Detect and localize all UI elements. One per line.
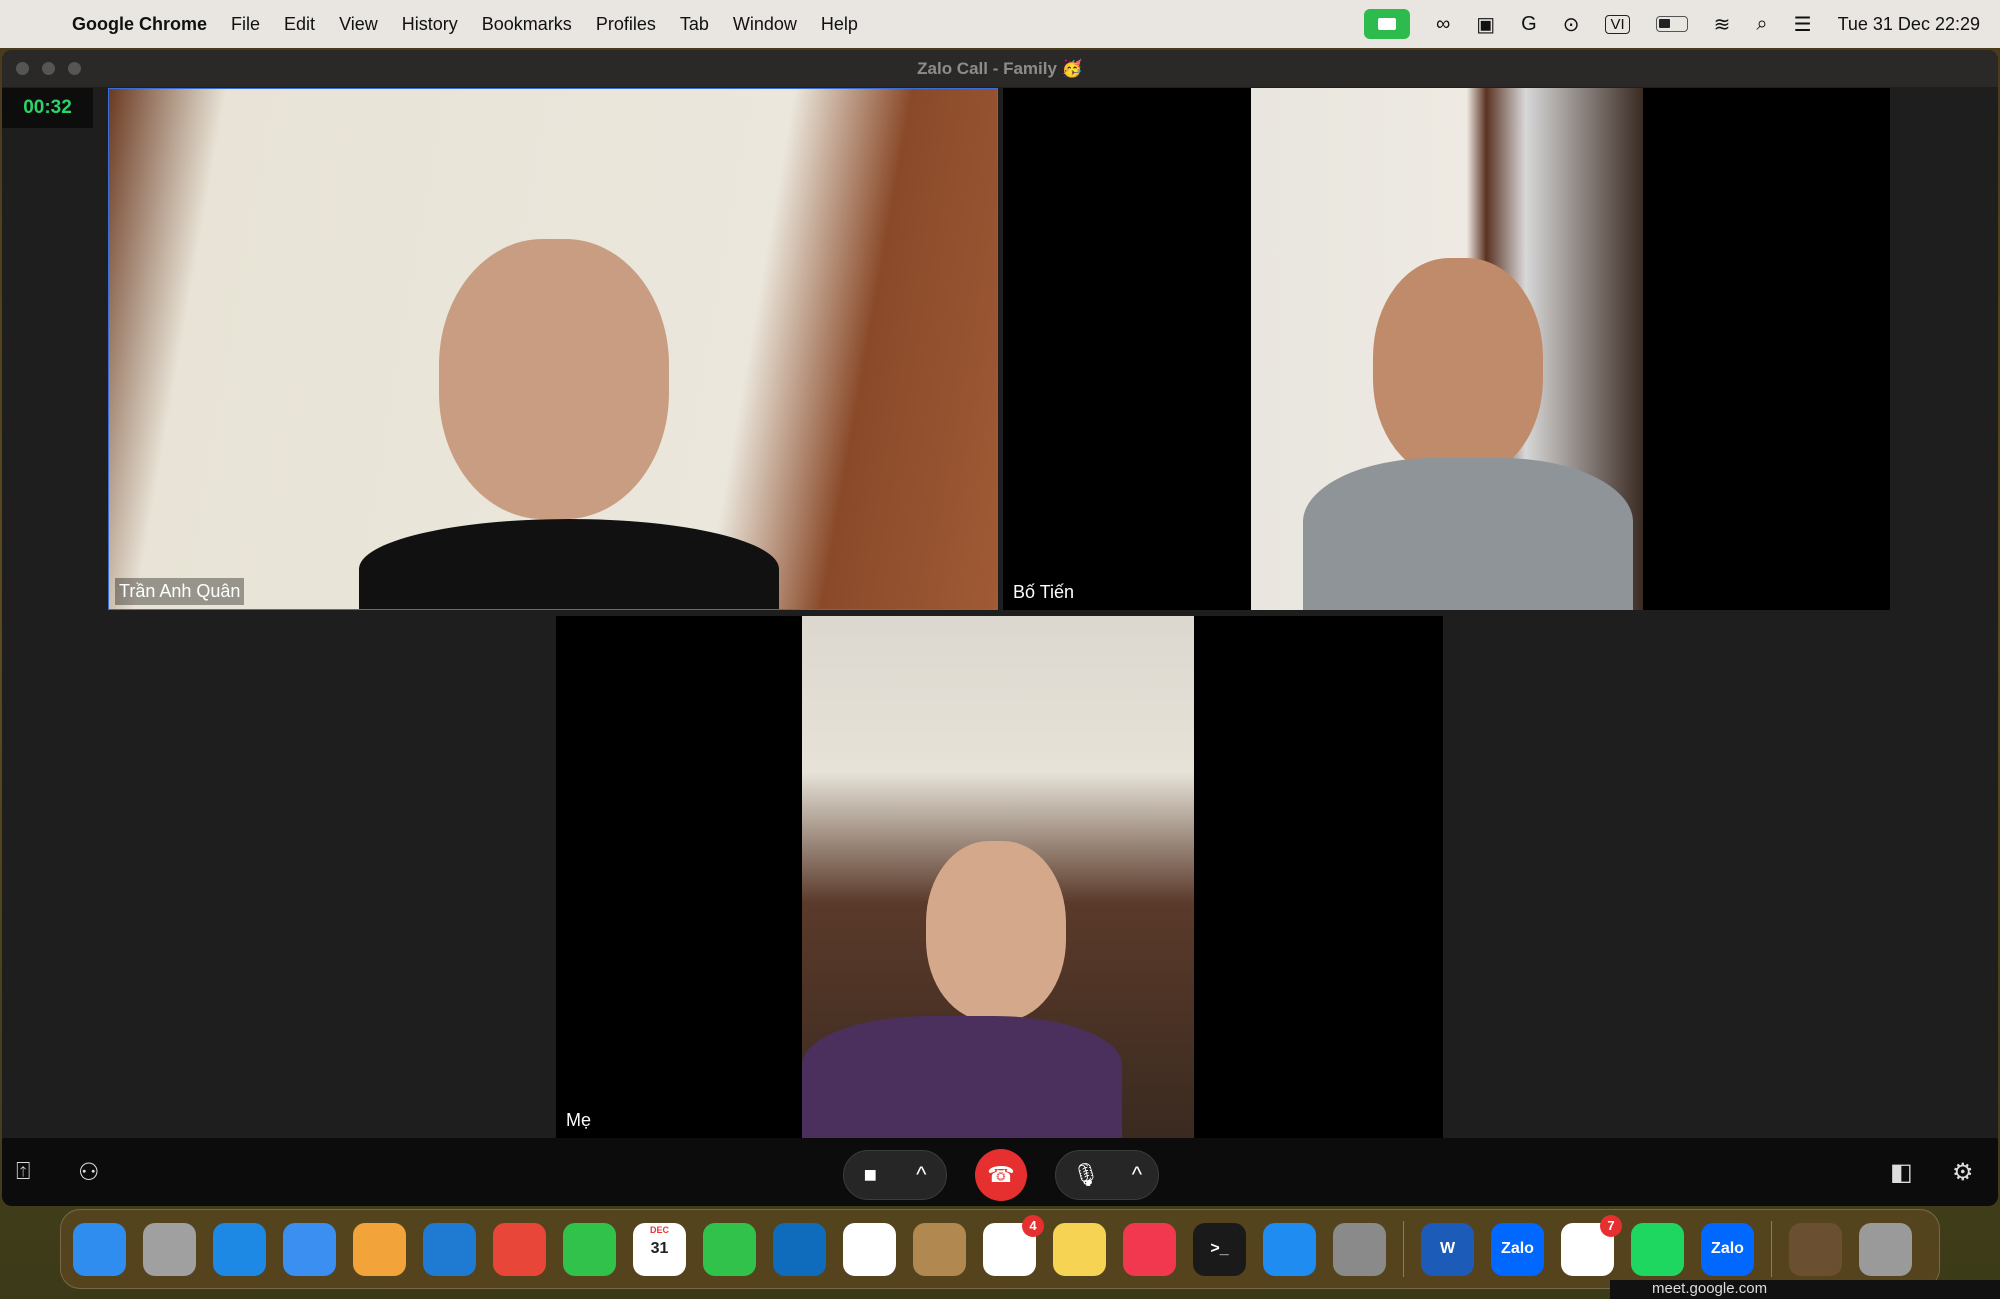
facetime-status-icon[interactable]: [1363, 9, 1410, 39]
menu-tab[interactable]: Tab: [680, 14, 709, 35]
mic-options-chevron-up-icon[interactable]: ^: [1132, 1162, 1142, 1188]
menu-history[interactable]: History: [402, 14, 458, 35]
call-toolbar: ⍐ ⚇ ■ ^ ☎ 🎙 ^ ◧ ⚙: [2, 1138, 1998, 1206]
menu-help[interactable]: Help: [821, 14, 858, 35]
dock-app-reminders[interactable]: 4: [983, 1214, 1044, 1276]
participant-tile[interactable]: Bố Tiến: [1003, 88, 1890, 610]
dock-app-word[interactable]: W: [1421, 1222, 1474, 1276]
dock-app-app-store[interactable]: [1263, 1222, 1316, 1276]
dock-app-spotify[interactable]: [1631, 1222, 1684, 1276]
notification-badge: 7: [1600, 1214, 1622, 1237]
dock-app-zalo[interactable]: Zalo: [1701, 1222, 1754, 1276]
app-label: Zalo: [1711, 1240, 1744, 1257]
camera-options-chevron-up-icon[interactable]: ^: [916, 1162, 926, 1188]
dock-app-contacts[interactable]: [913, 1222, 966, 1276]
zalo-call-window: Zalo Call - Family 🥳 00:32 Trần Anh Quân…: [2, 50, 1998, 1206]
notification-badge: 4: [1022, 1214, 1044, 1237]
dock-app-finder[interactable]: [73, 1222, 126, 1276]
menu-file[interactable]: File: [231, 14, 260, 35]
settings-gear-icon[interactable]: ⚙: [1952, 1158, 1974, 1187]
dock-minimized-window[interactable]: [1789, 1222, 1842, 1276]
grammarly-icon[interactable]: G: [1521, 13, 1537, 36]
dock-app-facetime[interactable]: [563, 1222, 616, 1276]
play-icon[interactable]: ⊙: [1563, 12, 1580, 37]
browser-peek: meet.google.com: [1610, 1280, 2000, 1299]
battery-icon[interactable]: [1655, 16, 1688, 32]
title-bar: Zalo Call - Family 🥳: [2, 50, 1998, 87]
phone-hangup-icon: ☎: [987, 1162, 1015, 1187]
dock-divider: [1403, 1221, 1404, 1277]
menu-bar: Google Chrome File Edit View History Boo…: [0, 0, 2000, 48]
dock-app-messages[interactable]: [703, 1222, 756, 1276]
app-label: W: [1439, 1240, 1456, 1257]
dock-app-notes[interactable]: [1053, 1222, 1106, 1276]
dock-app-outlook[interactable]: [773, 1222, 826, 1276]
app-label: Zalo: [1501, 1240, 1534, 1257]
dock-app-calendar[interactable]: 31 DEC: [633, 1222, 686, 1276]
camera-control: ■ ^: [843, 1150, 947, 1200]
end-call-button[interactable]: ☎: [975, 1149, 1027, 1201]
dock-app-vs-code[interactable]: [423, 1222, 476, 1276]
zoom-button[interactable]: [68, 62, 81, 75]
dock: 31 DEC 4 >_ W Zalo 7 Zalo: [60, 1209, 1940, 1289]
dock-app-microsoft-store[interactable]: 7: [1561, 1214, 1622, 1276]
minimize-button[interactable]: [42, 62, 55, 75]
participant-name: Trần Anh Quân: [115, 578, 245, 605]
dock-app-launchpad[interactable]: [143, 1222, 196, 1276]
dock-app-photos[interactable]: [353, 1222, 406, 1276]
input-source[interactable]: VI: [1605, 14, 1630, 34]
window-title: Zalo Call - Family 🥳: [917, 58, 1083, 78]
add-member-icon[interactable]: ⚇: [78, 1158, 100, 1187]
participant-name: Bố Tiến: [1009, 579, 1079, 606]
menu-edit[interactable]: Edit: [284, 14, 315, 35]
dock-app-zalo[interactable]: Zalo: [1491, 1222, 1544, 1276]
dock-app-chrome[interactable]: [493, 1222, 546, 1276]
layout-icon[interactable]: ◧: [1890, 1158, 1913, 1187]
wifi-icon[interactable]: ≋: [1714, 12, 1731, 37]
microphone-icon[interactable]: 🎙: [1072, 1162, 1100, 1188]
menu-window[interactable]: Window: [733, 14, 797, 35]
share-screen-icon[interactable]: ⍐: [16, 1158, 30, 1186]
participant-face: [439, 239, 669, 519]
menu-profiles[interactable]: Profiles: [596, 14, 656, 35]
dock-trash[interactable]: [1859, 1222, 1912, 1276]
dock-app-music[interactable]: [1123, 1222, 1176, 1276]
participant-tile[interactable]: Trần Anh Quân: [108, 88, 998, 610]
mic-control: 🎙 ^: [1055, 1150, 1159, 1200]
dock-app-safari[interactable]: [213, 1222, 266, 1276]
app-label: >_: [1210, 1240, 1229, 1257]
close-button[interactable]: [16, 62, 29, 75]
call-timer: 00:32: [2, 88, 93, 128]
camera-icon[interactable]: ■: [864, 1162, 877, 1188]
control-center-icon[interactable]: ☰: [1794, 12, 1812, 37]
app-label: 31: [650, 1240, 669, 1257]
participant-name: Mẹ: [562, 1107, 596, 1134]
outlook-icon[interactable]: ▣: [1476, 12, 1495, 37]
clock[interactable]: Tue 31 Dec 22:29: [1838, 14, 1980, 35]
dock-app-chatgpt[interactable]: [843, 1222, 896, 1276]
search-icon[interactable]: ⌕: [1756, 13, 1767, 36]
participant-tile[interactable]: Mẹ: [556, 616, 1443, 1138]
dock-app-system-settings[interactable]: [1333, 1222, 1386, 1276]
dock-divider: [1771, 1221, 1772, 1277]
menu-view[interactable]: View: [339, 14, 378, 35]
dock-app-mail[interactable]: [283, 1222, 336, 1276]
menu-bookmarks[interactable]: Bookmarks: [482, 14, 572, 35]
dock-app-terminal[interactable]: >_: [1193, 1222, 1246, 1276]
menu-app-name[interactable]: Google Chrome: [72, 14, 207, 35]
creative-cloud-icon[interactable]: ∞: [1436, 13, 1450, 36]
app-sublabel: DEC: [649, 1224, 669, 1235]
